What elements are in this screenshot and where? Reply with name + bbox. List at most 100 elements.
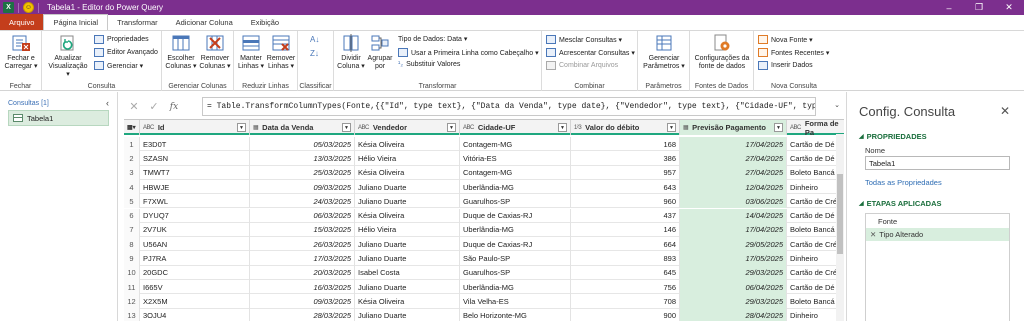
table-cell[interactable]: 09/03/2025: [250, 179, 355, 195]
table-cell[interactable]: 17/05/2025: [680, 251, 787, 266]
table-cell[interactable]: X2X5M: [140, 294, 250, 309]
table-cell[interactable]: Késia Oliveira: [355, 294, 460, 309]
editor-avancado-button[interactable]: Editor Avançado: [94, 48, 158, 57]
type-icon[interactable]: 1²3: [574, 125, 582, 131]
table-cell[interactable]: 643: [571, 179, 680, 195]
configuracoes-fonte-button[interactable]: Configurações da fonte de dados: [692, 33, 752, 71]
all-properties-link[interactable]: Todas as Propriedades: [865, 178, 942, 187]
table-cell[interactable]: Uberlândia-MG: [460, 179, 571, 195]
table-cell[interactable]: E3D0T: [140, 137, 250, 152]
filter-dropdown-icon[interactable]: ▼: [667, 123, 676, 132]
table-row[interactable]: 7 2V7UK 15/03/2025 Hélio Vieira Uberlândia-M…: [124, 222, 844, 238]
table-cell[interactable]: Contagem-MG: [460, 165, 571, 180]
table-cell[interactable]: Juliano Duarte: [355, 237, 460, 252]
table-cell[interactable]: Guarulhos-SP: [460, 194, 571, 209]
escolher-colunas-button[interactable]: Escolher Colunas ▾: [164, 33, 198, 71]
table-cell[interactable]: Juliano Duarte: [355, 194, 460, 209]
table-cell[interactable]: 03/06/2025: [680, 194, 787, 209]
combinar-arquivos-button[interactable]: Combinar Arquivos: [546, 61, 618, 70]
table-row[interactable]: 12 X2X5M 09/03/2025 Késia Oliveira Vila Velh…: [124, 294, 844, 309]
remover-linhas-button[interactable]: Remover Linhas ▾: [266, 33, 296, 71]
table-cell[interactable]: 20/03/2025: [250, 265, 355, 280]
table-row[interactable]: 6 DYUQ7 06/03/2025 Késia Oliveira Duque de C…: [124, 208, 844, 223]
collapse-chevron-icon[interactable]: ‹: [106, 98, 109, 108]
table-cell[interactable]: PJ7RA: [140, 251, 250, 266]
column-header[interactable]: ABC Forma de Pa: [787, 120, 844, 137]
atualizar-visualizacao-button[interactable]: Atualizar Visualização ▾: [46, 33, 90, 79]
table-cell[interactable]: 29/05/2025: [680, 237, 787, 252]
close-icon[interactable]: ✕: [1000, 104, 1010, 118]
column-header[interactable]: ▦ Previsão Pagamento ▼: [680, 120, 787, 135]
table-cell[interactable]: 12/04/2025: [680, 179, 787, 195]
tab-transformar[interactable]: Transformar: [108, 15, 167, 30]
table-row[interactable]: 9 PJ7RA 17/03/2025 Juliano Duarte São Paulo-…: [124, 251, 844, 266]
table-cell[interactable]: 26/03/2025: [250, 237, 355, 252]
column-header[interactable]: ▦ Data da Venda ▼: [250, 120, 355, 135]
table-row[interactable]: 2 SZASN 13/03/2025 Hélio Vieira Vitória-ES 38…: [124, 151, 844, 166]
type-icon[interactable]: ▦: [683, 124, 689, 131]
table-cell[interactable]: Duque de Caxias-RJ: [460, 208, 571, 223]
tab-pagina-inicial[interactable]: Página Inicial: [43, 14, 109, 30]
agrupar-por-button[interactable]: Agrupar por: [366, 33, 394, 71]
step-fonte[interactable]: Fonte: [866, 215, 1009, 228]
table-cell[interactable]: I665V: [140, 280, 250, 295]
table-cell[interactable]: Hélio Vieira: [355, 151, 460, 166]
table-cell[interactable]: F7XWL: [140, 194, 250, 209]
table-cell[interactable]: Vila Velha-ES: [460, 294, 571, 309]
column-header[interactable]: ABC Cidade-UF ▼: [460, 120, 571, 135]
restore-button[interactable]: ❐: [964, 0, 994, 15]
close-button[interactable]: ✕: [994, 0, 1024, 15]
table-cell[interactable]: 900: [571, 308, 680, 321]
table-cell[interactable]: 957: [571, 165, 680, 180]
cancel-formula-icon[interactable]: ✕: [124, 100, 144, 113]
table-cell[interactable]: Juliano Duarte: [355, 308, 460, 321]
table-cell[interactable]: 146: [571, 222, 680, 238]
table-cell[interactable]: Guarulhos-SP: [460, 265, 571, 280]
table-cell[interactable]: 708: [571, 294, 680, 309]
table-cell[interactable]: Vitória-ES: [460, 151, 571, 166]
table-row[interactable]: 4 HBWJE 09/03/2025 Juliano Duarte Uberlândia…: [124, 179, 844, 195]
scrollbar-thumb[interactable]: [837, 174, 843, 254]
table-cell[interactable]: Hélio Vieira: [355, 222, 460, 238]
table-cell[interactable]: 168: [571, 137, 680, 152]
table-row[interactable]: 11 I665V 16/03/2025 Juliano Duarte Uberlândi…: [124, 280, 844, 295]
table-cell[interactable]: 386: [571, 151, 680, 166]
filter-dropdown-icon[interactable]: ▼: [447, 123, 456, 132]
filter-dropdown-icon[interactable]: ▼: [237, 123, 246, 132]
mesclar-consultas-button[interactable]: Mesclar Consultas ▾: [546, 35, 622, 44]
table-cell[interactable]: 645: [571, 265, 680, 280]
feedback-smiley-icon[interactable]: ☺: [23, 2, 34, 13]
gerenciar-button[interactable]: Gerenciar ▾: [94, 61, 143, 70]
table-cell[interactable]: 05/03/2025: [250, 137, 355, 152]
type-icon[interactable]: ABC: [358, 125, 369, 131]
table-cell[interactable]: 28/03/2025: [250, 308, 355, 321]
confirm-formula-icon[interactable]: ✓: [144, 100, 164, 113]
delete-step-icon[interactable]: ✕: [870, 230, 876, 239]
primeira-linha-cabecalho-button[interactable]: Usar a Primeira Linha como Cabeçalho ▾: [398, 48, 539, 57]
fechar-carregar-button[interactable]: Fechar e Carregar ▾: [2, 33, 40, 71]
column-header[interactable]: ABC Id ▼: [140, 120, 250, 135]
table-cell[interactable]: 14/04/2025: [680, 208, 787, 223]
table-cell[interactable]: 17/04/2025: [680, 222, 787, 238]
table-cell[interactable]: Contagem-MG: [460, 137, 571, 152]
select-all-corner[interactable]: ▦▾: [124, 120, 140, 135]
table-row[interactable]: 5 F7XWL 24/03/2025 Juliano Duarte Guarulhos-…: [124, 194, 844, 209]
table-cell[interactable]: Uberlândia-MG: [460, 280, 571, 295]
table-cell[interactable]: Juliano Duarte: [355, 179, 460, 195]
table-cell[interactable]: 13/03/2025: [250, 151, 355, 166]
manter-linhas-button[interactable]: Manter Linhas ▾: [236, 33, 266, 71]
table-cell[interactable]: 20GDC: [140, 265, 250, 280]
table-row[interactable]: 1 E3D0T 05/03/2025 Késia Oliveira Contagem-M…: [124, 137, 844, 152]
filter-dropdown-icon[interactable]: ▼: [558, 123, 567, 132]
column-header[interactable]: ABC Vendedor ▼: [355, 120, 460, 135]
inserir-dados-button[interactable]: Inserir Dados: [758, 61, 813, 70]
table-row[interactable]: 13 3OJU4 28/03/2025 Juliano Duarte Belo Hori…: [124, 308, 844, 321]
table-cell[interactable]: 17/04/2025: [680, 137, 787, 152]
table-cell[interactable]: 28/04/2025: [680, 308, 787, 321]
expand-formula-icon[interactable]: ⌄: [834, 101, 840, 109]
type-icon[interactable]: ▦: [253, 124, 259, 131]
table-cell[interactable]: U56AN: [140, 237, 250, 252]
remover-colunas-button[interactable]: Remover Colunas ▾: [198, 33, 232, 71]
table-cell[interactable]: 664: [571, 237, 680, 252]
minimize-button[interactable]: –: [934, 0, 964, 15]
